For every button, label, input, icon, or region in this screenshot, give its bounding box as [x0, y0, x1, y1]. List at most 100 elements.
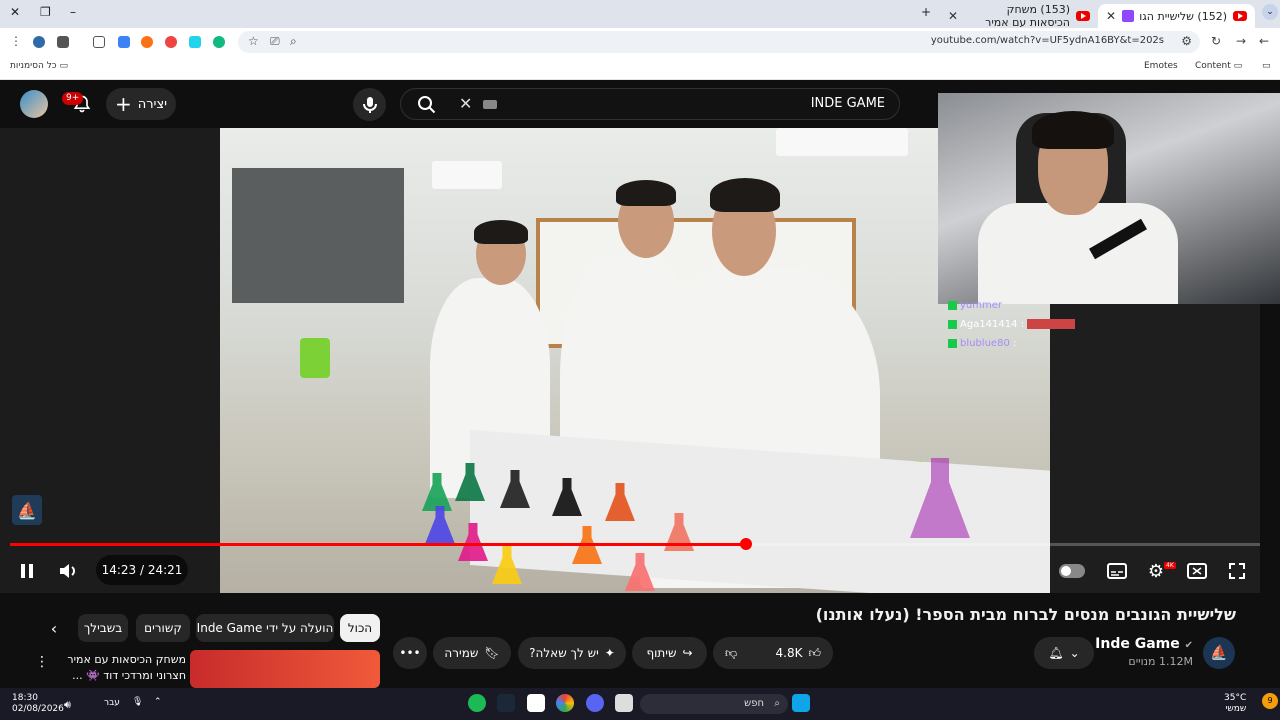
chip-for-you[interactable]: בשבילך: [78, 614, 128, 642]
clock[interactable]: 18:30 02/08/2026: [12, 693, 64, 715]
tab-current-video[interactable]: (152) שלישיית הגונבים מנס ✕: [1098, 4, 1255, 28]
clear-search-icon[interactable]: ✕: [459, 94, 472, 113]
forward-icon[interactable]: →: [1236, 34, 1246, 48]
extensions-puzzle-icon[interactable]: [93, 36, 105, 48]
chip-related[interactable]: קשורים: [136, 614, 190, 642]
chat-badge-icon: [948, 300, 957, 310]
close-tab-icon[interactable]: ✕: [1106, 9, 1116, 23]
more-options-icon[interactable]: ⋮: [28, 648, 56, 676]
extension-icon[interactable]: [118, 36, 130, 48]
file-explorer-icon[interactable]: [615, 694, 633, 712]
all-bookmarks[interactable]: כל הסימניות ▭: [10, 61, 68, 71]
avatar[interactable]: [20, 90, 48, 118]
tab-label: (153) משחק הכיסאות עם אמיר: [985, 3, 1070, 29]
share-button[interactable]: ↪ שיתוף: [632, 637, 707, 669]
back-icon[interactable]: ←: [1259, 34, 1269, 48]
save-button[interactable]: 🔖︎ שמירה: [433, 637, 511, 669]
cast-icon[interactable]: ⎚: [270, 34, 280, 49]
chat-message: yummer: [948, 296, 1075, 315]
restore-window-icon[interactable]: ❐: [40, 5, 51, 19]
reload-icon[interactable]: ↻: [1211, 34, 1221, 48]
profile-icon[interactable]: [33, 36, 45, 48]
extension-icon[interactable]: [213, 36, 225, 48]
youtube-favicon-icon: [1076, 11, 1090, 21]
keyboard-icon[interactable]: [483, 100, 497, 109]
pause-button[interactable]: [13, 557, 41, 585]
tab-search-icon[interactable]: ⌄: [1262, 4, 1278, 20]
windows-start-icon[interactable]: [792, 694, 810, 712]
chat-text: :: [1013, 338, 1017, 349]
channel-name[interactable]: ✔︎ Inde Game: [1095, 636, 1193, 652]
mic-tray-icon[interactable]: 🎙︎: [132, 697, 143, 707]
speaker-icon[interactable]: 🔊︎: [64, 698, 71, 712]
chips-next-icon[interactable]: ›: [40, 614, 68, 642]
volume-button[interactable]: [54, 557, 82, 585]
extension-icon[interactable]: [165, 36, 177, 48]
weather-text: שמשי: [1225, 704, 1247, 714]
progress-bar[interactable]: [10, 538, 1260, 550]
chip-uploaded-by[interactable]: הועלה על ידי Inde Game: [196, 614, 334, 642]
channel-watermark-icon[interactable]: ⛵: [12, 495, 42, 525]
autoplay-toggle[interactable]: [1058, 557, 1086, 585]
pause-icon: [21, 564, 33, 578]
tray-chevron-icon[interactable]: ⌃: [154, 697, 162, 707]
weather-widget[interactable]: 35°C שמשי: [1224, 693, 1246, 715]
search-icon[interactable]: [417, 95, 437, 115]
recommended-video-title[interactable]: משחק הכיסאות עם אמיר חצרוני ומרדכי דוד 👾…: [56, 652, 186, 684]
channel-avatar[interactable]: ⛵: [1203, 637, 1235, 669]
fullscreen-button[interactable]: [1223, 557, 1251, 585]
volume-icon: [60, 564, 75, 578]
tab-chairs-game[interactable]: (153) משחק הכיסאות עם אמיר ✕: [940, 3, 1098, 29]
taskbar-search-label: חפש: [744, 698, 764, 709]
extension-icon[interactable]: [57, 36, 69, 48]
site-settings-icon[interactable]: ⚙: [1181, 34, 1192, 48]
like-dislike-group: 👍︎ 4.8K 👎︎: [713, 637, 833, 669]
taskbar-search[interactable]: חפש ⌕: [640, 694, 788, 714]
bookmark-content-label: Content: [1195, 61, 1231, 71]
spotify-icon[interactable]: [468, 694, 486, 712]
dislike-button[interactable]: 👎︎: [725, 646, 737, 661]
extension-icon[interactable]: [189, 36, 201, 48]
subtitles-button[interactable]: [1103, 557, 1131, 585]
ask-button[interactable]: ✦ יש לך שאלה?: [518, 637, 626, 669]
create-button[interactable]: יצירה +: [106, 88, 176, 120]
search-bar[interactable]: ✕ INDE GAME: [400, 88, 900, 120]
quality-badge: 4K: [1164, 562, 1176, 569]
fullscreen-icon: [1229, 563, 1245, 579]
extension-icon[interactable]: [141, 36, 153, 48]
chat-text: :: [1020, 319, 1025, 330]
menu-icon[interactable]: ⋮: [10, 34, 22, 48]
new-tab-icon[interactable]: +: [921, 5, 931, 19]
thumbs-up-icon: 👍︎: [808, 645, 821, 660]
search-input[interactable]: INDE GAME: [811, 96, 885, 111]
language-indicator[interactable]: עבר: [104, 698, 120, 708]
recommended-video-thumbnail[interactable]: [190, 650, 380, 688]
discord-icon[interactable]: [586, 694, 604, 712]
tab-label: (152) שלישיית הגונבים מנס: [1140, 9, 1227, 23]
bookmark-star-icon[interactable]: ☆: [248, 34, 259, 48]
chrome-icon[interactable]: [556, 694, 574, 712]
voice-search-button[interactable]: [353, 88, 386, 121]
app-icon[interactable]: [527, 694, 545, 712]
chat-message: Aga141414 :: [948, 315, 1076, 334]
chip-all[interactable]: הכול: [340, 614, 380, 642]
like-button[interactable]: 👍︎ 4.8K: [776, 646, 822, 661]
bookmark-content[interactable]: Content ▭: [1195, 61, 1242, 71]
address-bar[interactable]: ☆ ⎚ ⌕ youtube.com/watch?v=UF5ydnA16BY&t=…: [238, 31, 1200, 53]
steam-icon[interactable]: [497, 694, 515, 712]
time-text: 14:23 / 24:21: [101, 563, 183, 577]
chat-user: yummer: [960, 300, 1003, 311]
zoom-icon[interactable]: ⌕: [290, 34, 297, 49]
bookmark-emotes[interactable]: Emotes: [1144, 61, 1178, 71]
close-window-icon[interactable]: ✕: [10, 5, 20, 19]
subscribe-notify-button[interactable]: ⌄ 🔔︎: [1034, 637, 1094, 669]
ask-label: יש לך שאלה?: [529, 646, 599, 660]
more-actions-button[interactable]: •••: [393, 637, 427, 669]
chat-badge-icon: [948, 338, 957, 348]
twitch-icon: [1122, 10, 1135, 22]
minimize-window-icon[interactable]: –: [70, 5, 76, 19]
all-bookmarks-label: כל הסימניות: [10, 61, 57, 71]
bookmarks-folder-icon[interactable]: ▭: [1262, 61, 1271, 71]
theater-mode-button[interactable]: [1183, 557, 1211, 585]
close-tab-icon[interactable]: ✕: [948, 9, 958, 23]
